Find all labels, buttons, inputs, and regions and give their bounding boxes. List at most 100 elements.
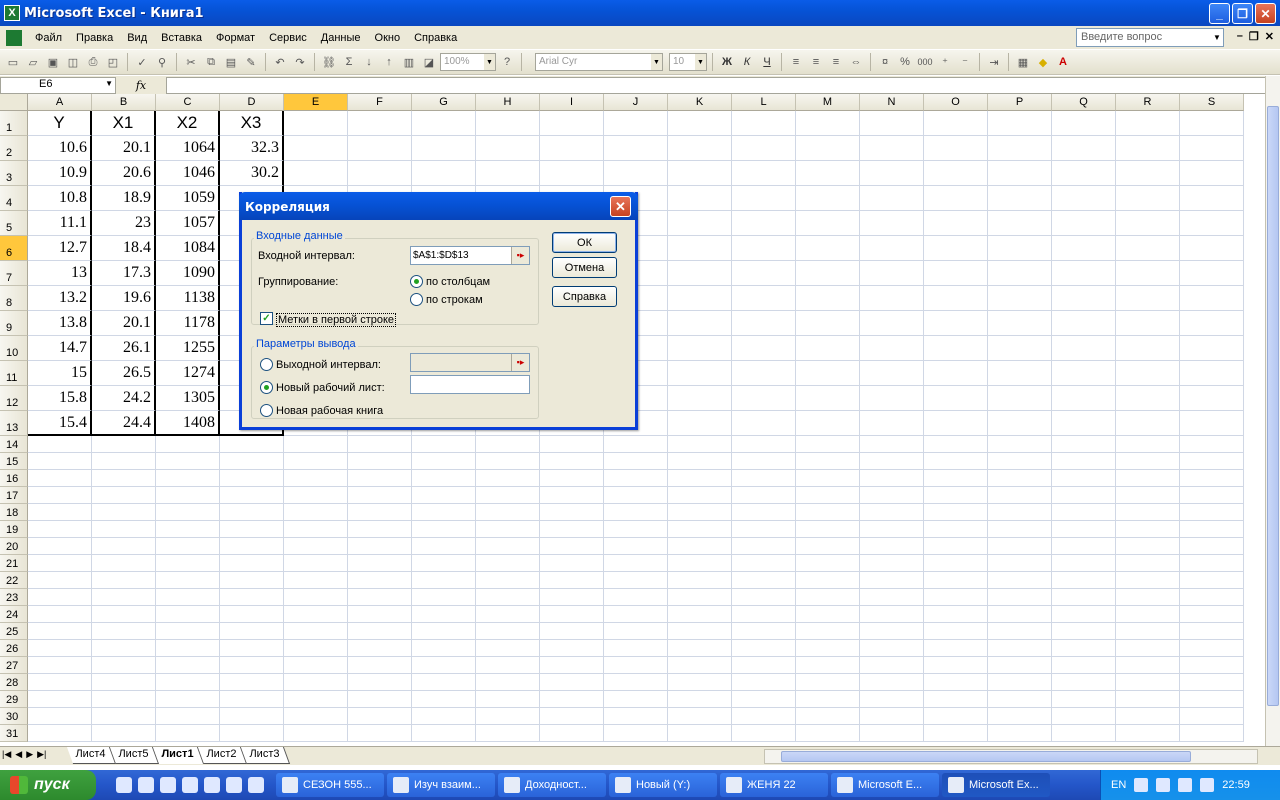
cell[interactable]	[156, 470, 220, 487]
cell[interactable]	[988, 589, 1052, 606]
cell[interactable]	[348, 606, 412, 623]
row-header[interactable]: 2	[0, 136, 28, 161]
chevron-down-icon[interactable]: ▼	[651, 54, 662, 70]
cell[interactable]	[1052, 725, 1116, 742]
cell[interactable]	[860, 589, 924, 606]
cell[interactable]	[604, 572, 668, 589]
cell[interactable]	[604, 111, 668, 136]
cell[interactable]	[220, 572, 284, 589]
cell[interactable]	[796, 453, 860, 470]
cell[interactable]	[732, 606, 796, 623]
row-header[interactable]: 29	[0, 691, 28, 708]
cell[interactable]: 12.7	[28, 236, 92, 261]
by-rows-label[interactable]: по строкам	[426, 294, 483, 306]
cell[interactable]	[796, 606, 860, 623]
cell[interactable]	[924, 470, 988, 487]
cell[interactable]	[156, 538, 220, 555]
cell[interactable]: 10.6	[28, 136, 92, 161]
cell[interactable]	[860, 386, 924, 411]
cell[interactable]	[348, 691, 412, 708]
browser-icon[interactable]	[138, 777, 154, 793]
cell[interactable]	[1180, 453, 1244, 470]
cell[interactable]	[988, 470, 1052, 487]
cell[interactable]	[668, 236, 732, 261]
row-header[interactable]: 12	[0, 386, 28, 411]
row-header[interactable]: 25	[0, 623, 28, 640]
row-header[interactable]: 19	[0, 521, 28, 538]
cell[interactable]	[1116, 161, 1180, 186]
cell[interactable]	[412, 623, 476, 640]
cell[interactable]	[924, 111, 988, 136]
cell[interactable]	[284, 470, 348, 487]
cell[interactable]	[1052, 623, 1116, 640]
cell[interactable]	[796, 161, 860, 186]
cell[interactable]: Y	[28, 111, 92, 136]
cell[interactable]	[860, 538, 924, 555]
row-header[interactable]: 20	[0, 538, 28, 555]
cell[interactable]	[220, 470, 284, 487]
cell[interactable]	[860, 606, 924, 623]
cell[interactable]	[668, 623, 732, 640]
cell[interactable]	[476, 572, 540, 589]
cell[interactable]	[732, 504, 796, 521]
cell[interactable]	[924, 623, 988, 640]
cell[interactable]	[220, 606, 284, 623]
range-select-icon[interactable]: ▪▸	[511, 247, 529, 264]
cell[interactable]	[988, 606, 1052, 623]
cell[interactable]	[284, 111, 348, 136]
cell[interactable]: 14.7	[28, 336, 92, 361]
new-sheet-name-field[interactable]	[410, 375, 530, 394]
zoom-select[interactable]: 100% ▼	[440, 53, 496, 71]
cell[interactable]	[284, 521, 348, 538]
cell[interactable]	[988, 436, 1052, 453]
cell[interactable]	[156, 487, 220, 504]
cell[interactable]	[540, 691, 604, 708]
cell[interactable]: 1057	[156, 211, 220, 236]
cell[interactable]	[540, 555, 604, 572]
doc-restore-button[interactable]: ❐	[1249, 30, 1259, 43]
cell[interactable]	[860, 691, 924, 708]
cell[interactable]	[924, 161, 988, 186]
undo-icon[interactable]: ↶	[271, 53, 289, 71]
cell[interactable]	[28, 623, 92, 640]
cell[interactable]	[412, 674, 476, 691]
sheet-tab[interactable]: Лист5	[109, 747, 160, 764]
cell[interactable]	[924, 411, 988, 436]
cell[interactable]	[732, 640, 796, 657]
cell[interactable]	[1116, 623, 1180, 640]
column-header[interactable]: J	[604, 94, 668, 111]
cell[interactable]	[732, 361, 796, 386]
column-header[interactable]: L	[732, 94, 796, 111]
cell[interactable]	[860, 111, 924, 136]
column-header[interactable]: N	[860, 94, 924, 111]
cell[interactable]	[604, 161, 668, 186]
cell[interactable]	[668, 504, 732, 521]
paste-icon[interactable]: ▤	[222, 53, 240, 71]
cell[interactable]	[860, 436, 924, 453]
cell[interactable]	[476, 453, 540, 470]
cell[interactable]	[284, 538, 348, 555]
menu-file[interactable]: Файл	[28, 32, 69, 44]
cell[interactable]	[284, 589, 348, 606]
cell[interactable]: 10.8	[28, 186, 92, 211]
cell[interactable]	[860, 361, 924, 386]
cell[interactable]	[1116, 336, 1180, 361]
cell[interactable]	[1180, 521, 1244, 538]
cell[interactable]	[412, 504, 476, 521]
cell[interactable]	[860, 236, 924, 261]
italic-button[interactable]: К	[738, 53, 756, 71]
cell[interactable]: 24.4	[92, 411, 156, 436]
cell[interactable]	[1180, 136, 1244, 161]
cell[interactable]	[668, 261, 732, 286]
cell[interactable]	[1116, 640, 1180, 657]
cell[interactable]	[796, 470, 860, 487]
cell[interactable]	[348, 640, 412, 657]
cell[interactable]	[476, 111, 540, 136]
cell[interactable]	[732, 136, 796, 161]
cell[interactable]: 15.8	[28, 386, 92, 411]
underline-button[interactable]: Ч	[758, 53, 776, 71]
next-sheet-icon[interactable]: ▶	[26, 749, 33, 760]
cell[interactable]	[284, 640, 348, 657]
help-tray-icon[interactable]	[1134, 778, 1149, 792]
menu-edit[interactable]: Правка	[69, 32, 120, 44]
